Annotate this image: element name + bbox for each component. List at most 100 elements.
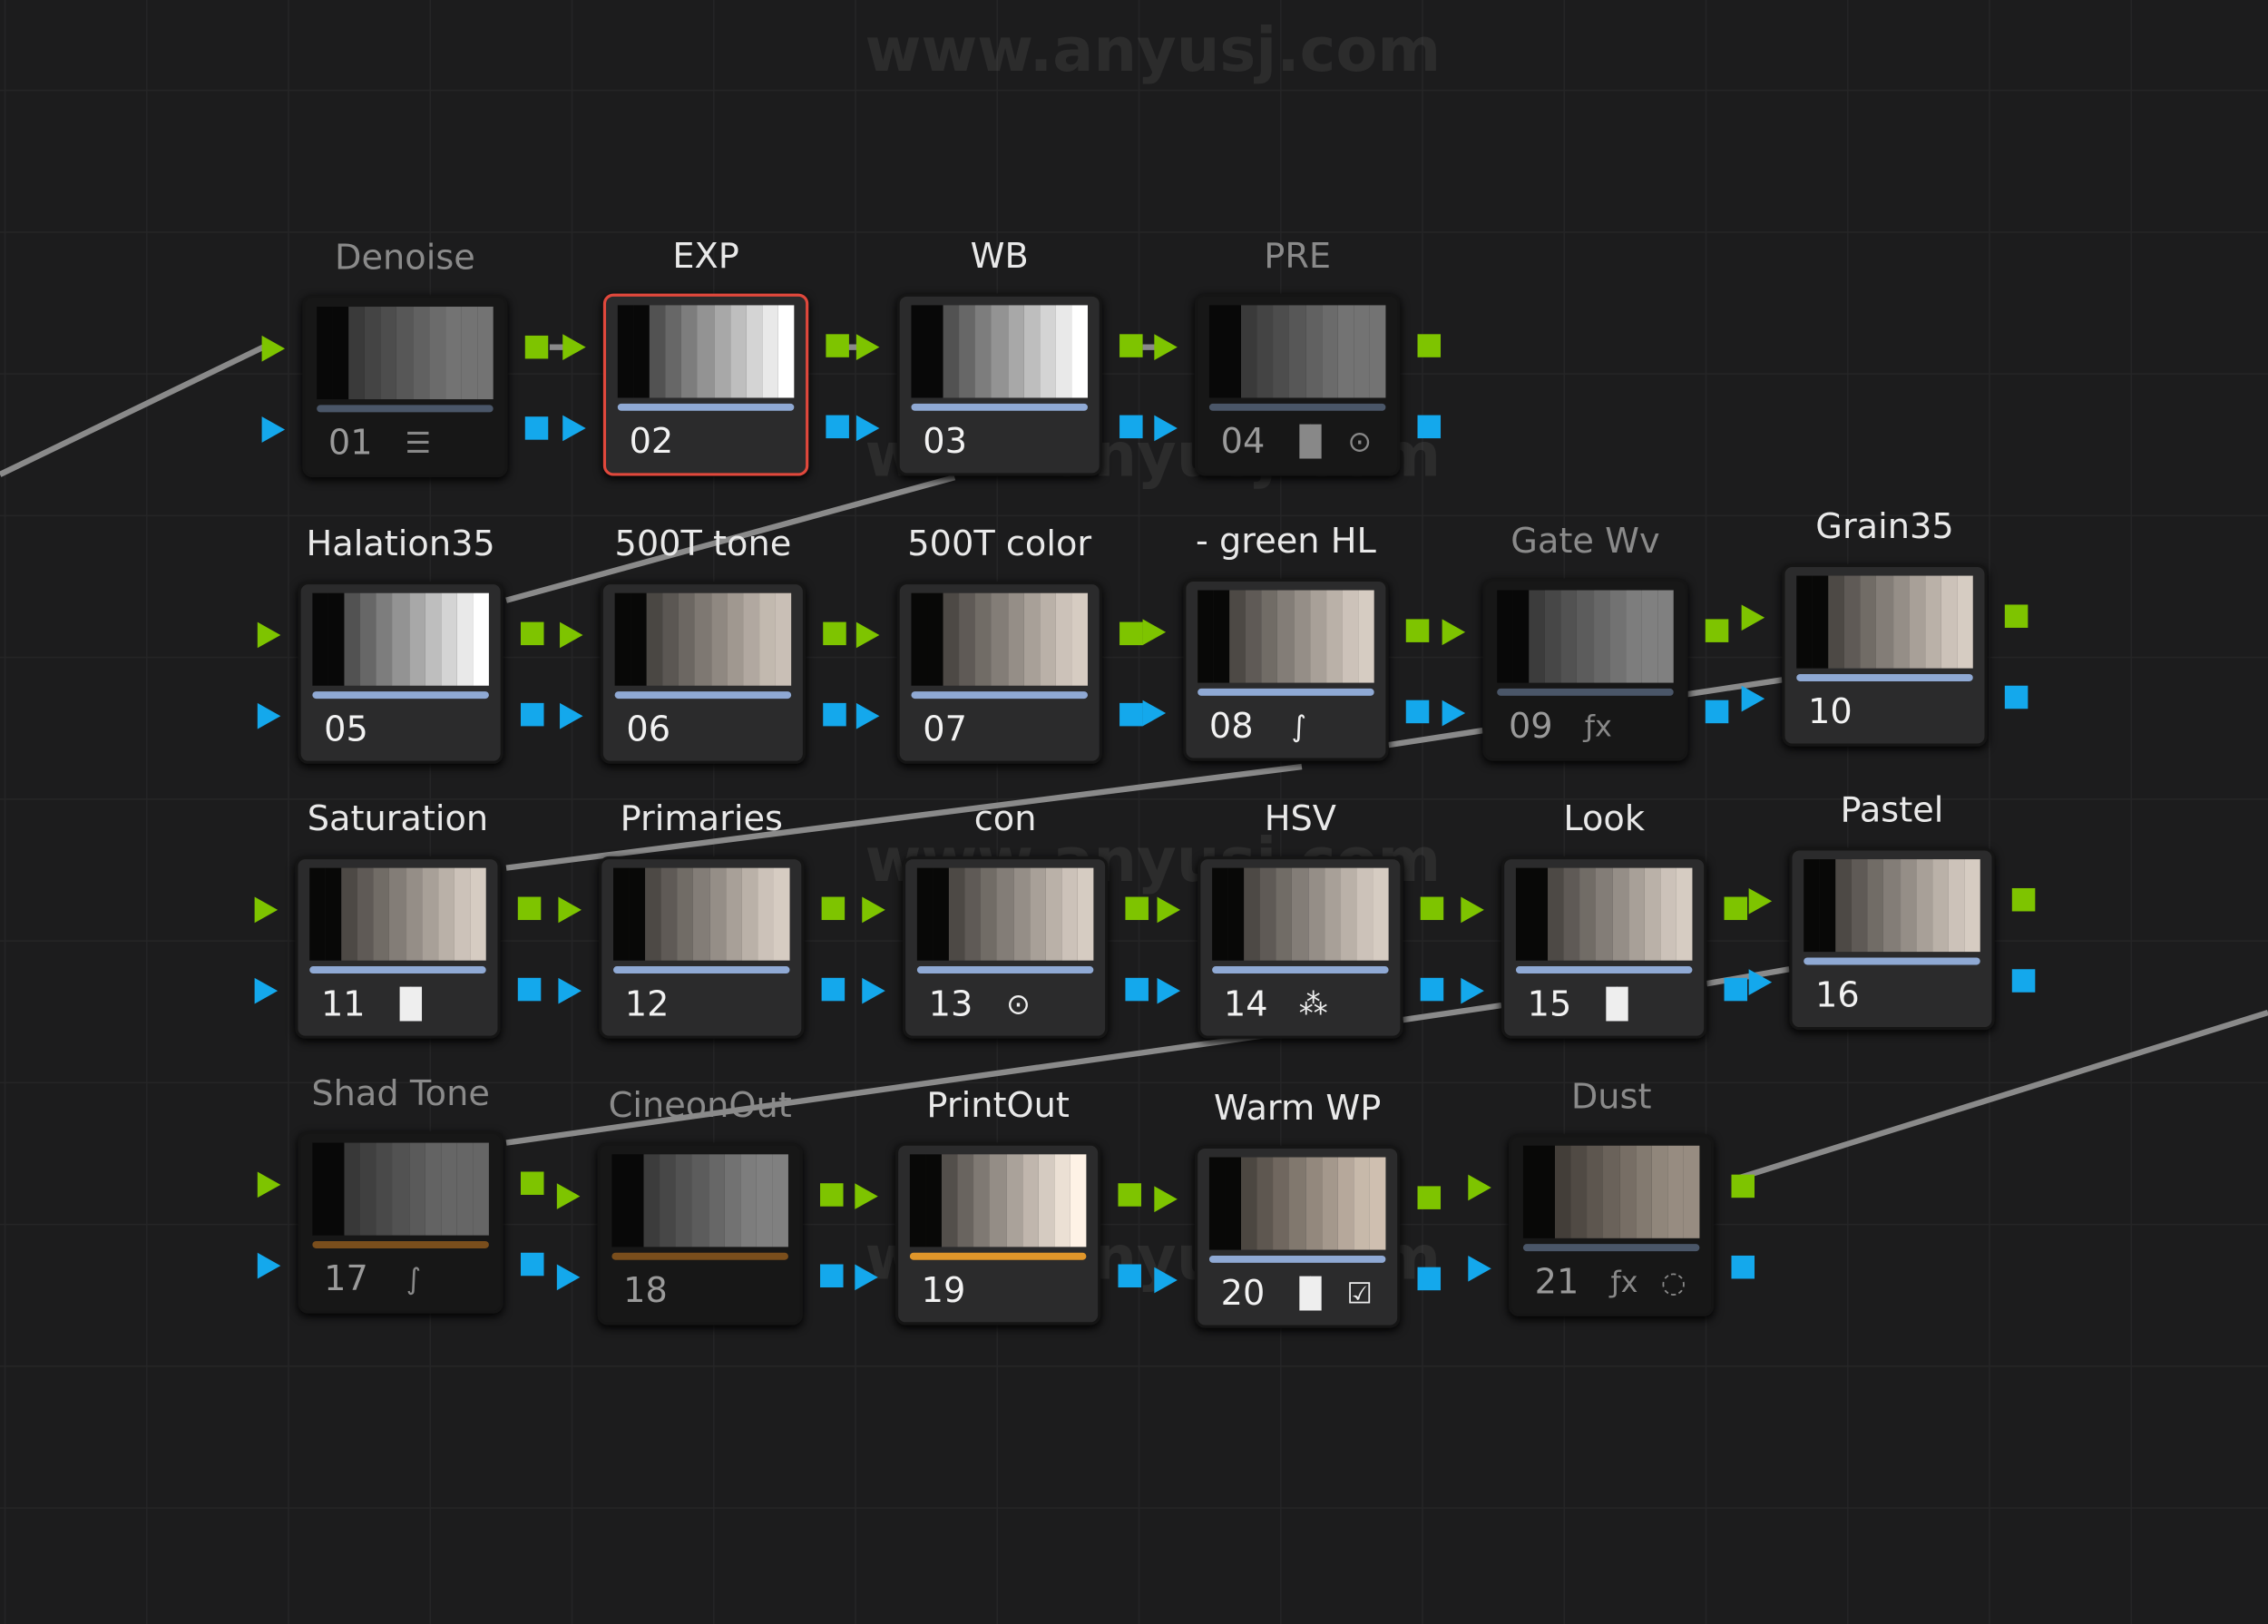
node-body[interactable]: 17 ∫ <box>298 1130 503 1314</box>
alpha-input-icon[interactable] <box>1468 1255 1491 1282</box>
rgb-input-icon[interactable] <box>1442 619 1466 646</box>
rgb-output-icon[interactable] <box>520 621 544 646</box>
node-18[interactable]: CineonOut 18 <box>556 1085 844 1326</box>
rgb-input-icon[interactable] <box>261 335 286 362</box>
alpha-input-icon[interactable] <box>1142 699 1167 727</box>
rgb-input-icon[interactable] <box>558 896 582 924</box>
alpha-output-icon[interactable] <box>520 702 544 727</box>
alpha-output-icon[interactable] <box>820 1264 844 1288</box>
bars-icon[interactable]: ▐▌ <box>1288 1276 1333 1310</box>
node-label[interactable]: - green HL <box>1154 521 1417 562</box>
fx-icon[interactable]: ƒx <box>1607 1265 1641 1299</box>
node-20[interactable]: Warm WP 20 ▐▌ ☑ <box>1154 1088 1442 1328</box>
alpha-input-icon[interactable] <box>560 702 583 729</box>
rgb-input-icon[interactable] <box>855 334 880 361</box>
node-label[interactable]: WB <box>868 236 1131 277</box>
rgb-output-icon[interactable] <box>2011 887 2036 912</box>
rgb-input-icon[interactable] <box>556 1183 581 1209</box>
hsv-dots-icon[interactable]: ⁂ <box>1296 986 1331 1021</box>
alpha-input-icon[interactable] <box>558 977 582 1004</box>
bars-icon[interactable]: ▐▌ <box>1288 424 1333 458</box>
rgb-output-icon[interactable] <box>1118 1183 1141 1207</box>
alpha-output-icon[interactable] <box>821 977 846 1002</box>
alpha-output-icon[interactable] <box>2011 969 2036 993</box>
rgb-input-icon[interactable] <box>257 1171 281 1198</box>
node-body[interactable]: 11 ▐▌ <box>295 856 501 1039</box>
node-label[interactable]: EXP <box>574 236 837 277</box>
rgb-input-icon[interactable] <box>560 621 583 649</box>
node-label[interactable]: PRE <box>1166 236 1429 277</box>
node-label[interactable]: Warm WP <box>1166 1088 1429 1129</box>
circle-dot-icon[interactable]: ⊙ <box>1001 986 1035 1021</box>
alpha-input-icon[interactable] <box>855 415 880 442</box>
node-07[interactable]: 500T color 07 <box>855 523 1143 764</box>
rgb-input-icon[interactable] <box>855 1183 878 1209</box>
node-19[interactable]: PrintOut 19 <box>855 1085 1141 1326</box>
fx-icon[interactable]: ƒx <box>1581 709 1616 743</box>
alpha-output-icon[interactable] <box>1417 1267 1442 1291</box>
rgb-output-icon[interactable] <box>2004 604 2028 628</box>
node-14[interactable]: HSV 14 ⁂ <box>1157 798 1444 1039</box>
node-editor-canvas[interactable]: www.anyusj.com www.anyusj.com www.anyusj… <box>0 0 2268 1624</box>
node-label[interactable]: 500T tone <box>572 523 835 564</box>
rgb-output-icon[interactable] <box>1417 1186 1442 1209</box>
alpha-input-icon[interactable] <box>254 977 279 1004</box>
alpha-input-icon[interactable] <box>556 1264 581 1291</box>
rgb-output-icon[interactable] <box>517 896 542 921</box>
rgb-output-icon[interactable] <box>823 621 846 646</box>
rgb-input-icon[interactable] <box>1142 619 1167 646</box>
alpha-output-icon[interactable] <box>1705 699 1729 724</box>
rgb-input-icon[interactable] <box>1468 1174 1491 1201</box>
node-03[interactable]: WB 03 <box>855 236 1143 476</box>
alpha-output-icon[interactable] <box>2004 685 2028 709</box>
node-11[interactable]: Saturation 11 ▐▌ <box>254 798 542 1039</box>
alpha-output-icon[interactable] <box>1119 702 1143 727</box>
node-04[interactable]: PRE 04 ▐▌ ⊙ <box>1154 236 1442 476</box>
alpha-output-icon[interactable] <box>823 702 846 727</box>
node-body[interactable]: 05 <box>298 581 503 764</box>
alpha-output-icon[interactable] <box>1731 1255 1755 1279</box>
node-label[interactable]: Denoise <box>273 237 536 278</box>
rgb-input-icon[interactable] <box>855 621 880 649</box>
rgb-input-icon[interactable] <box>562 334 586 361</box>
checkbox-icon[interactable]: ☑ <box>1343 1276 1377 1310</box>
rgb-output-icon[interactable] <box>820 1183 844 1207</box>
alpha-output-icon[interactable] <box>517 977 542 1002</box>
rgb-output-icon[interactable] <box>520 1171 544 1195</box>
node-body[interactable]: 19 <box>894 1142 1101 1326</box>
node-body[interactable]: 20 ▐▌ ☑ <box>1194 1145 1401 1328</box>
node-body[interactable]: 15 ▐▌ <box>1501 856 1707 1039</box>
alpha-output-icon[interactable] <box>524 416 549 440</box>
node-body[interactable]: 06 <box>600 581 807 764</box>
alpha-output-icon[interactable] <box>1405 699 1430 724</box>
node-label[interactable]: Halation35 <box>269 523 533 564</box>
rgb-output-icon[interactable] <box>1119 334 1143 357</box>
node-label[interactable]: Dust <box>1480 1076 1743 1117</box>
alpha-input-icon[interactable] <box>855 702 880 729</box>
rgb-input-icon[interactable] <box>1461 896 1484 924</box>
node-08[interactable]: - green HL 08 ∫ <box>1142 521 1430 761</box>
rgb-input-icon[interactable] <box>862 896 885 924</box>
node-body[interactable]: 04 ▐▌ ⊙ <box>1194 293 1401 476</box>
node-label[interactable]: Saturation <box>266 798 529 839</box>
node-body[interactable]: 08 ∫ <box>1183 578 1389 761</box>
rgb-input-icon[interactable] <box>1154 1186 1178 1213</box>
node-10[interactable]: Grain35 10 <box>1741 506 2028 747</box>
alpha-output-icon[interactable] <box>1125 977 1149 1002</box>
curve-icon[interactable]: ∫ <box>396 1261 431 1296</box>
alpha-output-icon[interactable] <box>1417 415 1442 439</box>
node-body[interactable]: 12 <box>599 856 805 1039</box>
node-label[interactable]: Grain35 <box>1753 506 2016 547</box>
alpha-input-icon[interactable] <box>257 1252 281 1279</box>
node-body[interactable]: 13 ⊙ <box>902 856 1109 1039</box>
node-body[interactable]: 03 <box>896 293 1102 476</box>
node-05[interactable]: Halation35 05 <box>257 523 544 764</box>
node-09[interactable]: Gate Wv 09 ƒx <box>1442 521 1729 761</box>
alpha-output-icon[interactable] <box>520 1252 544 1277</box>
alpha-input-icon[interactable] <box>562 415 586 442</box>
rgb-output-icon[interactable] <box>1417 334 1442 357</box>
node-label[interactable]: Pastel <box>1760 790 2023 831</box>
alpha-output-icon[interactable] <box>826 415 849 439</box>
alpha-input-icon[interactable] <box>1741 685 1765 712</box>
rgb-input-icon[interactable] <box>257 621 281 649</box>
